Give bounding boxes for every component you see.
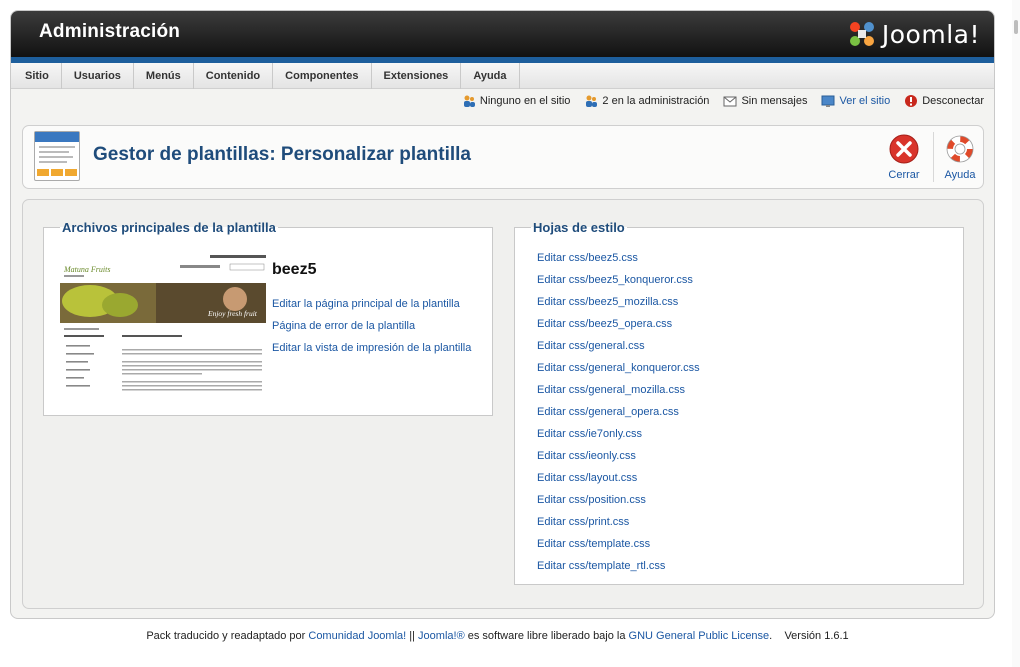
css-link[interactable]: Editar css/position.css <box>537 494 646 506</box>
footer-prefix: Pack traducido y readaptado por <box>146 630 309 642</box>
edit-print-view-link[interactable]: Editar la vista de impresión de la plant… <box>272 342 471 354</box>
visitors-status-text: Ninguno en el sitio <box>479 95 571 107</box>
edit-main-page-link[interactable]: Editar la página principal de la plantil… <box>272 298 460 310</box>
admins-status-text: 2 en la administración <box>602 95 710 107</box>
css-link[interactable]: Editar css/beez5_konqueror.css <box>537 274 693 286</box>
top-bar: Administración Joomla! <box>11 11 994 63</box>
logout-link[interactable]: Desconectar <box>904 94 984 108</box>
menu-usuarios[interactable]: Usuarios <box>62 63 134 89</box>
menu-contenido[interactable]: Contenido <box>194 63 274 89</box>
toolbar-panel: Gestor de plantillas: Personalizar plant… <box>22 125 984 189</box>
license-link[interactable]: GNU General Public License <box>629 630 770 642</box>
footer-separator: || <box>406 630 419 642</box>
joomla-logo: Joomla! <box>846 17 980 51</box>
admin-window: Administración Joomla! Sitio Usuarios Me… <box>10 10 995 619</box>
joomla-logo-text: Joomla! <box>881 19 980 49</box>
messages-status[interactable]: Sin mensajes <box>723 94 807 108</box>
menu-ayuda[interactable]: Ayuda <box>461 63 520 89</box>
content-panel: Archivos principales de la plantilla Mat… <box>22 199 984 609</box>
help-button-label: Ayuda <box>944 169 976 181</box>
main-template-files: Archivos principales de la plantilla Mat… <box>43 220 493 416</box>
logout-text: Desconectar <box>922 95 984 107</box>
css-link[interactable]: Editar css/beez5_mozilla.css <box>537 296 678 308</box>
users-icon <box>586 95 598 107</box>
css-link[interactable]: Editar css/print.css <box>537 516 629 528</box>
preview-banner-text: Enjoy fresh fruit <box>207 309 258 318</box>
joomla-link[interactable]: Joomla!® <box>418 630 465 642</box>
monitor-icon <box>821 95 835 107</box>
css-link[interactable]: Editar css/template_rtl.css <box>537 560 665 572</box>
page-scrollbar[interactable] <box>1012 0 1020 667</box>
stylesheets-box: Hojas de estilo Editar css/beez5.css Edi… <box>514 220 964 585</box>
menu-extensiones[interactable]: Extensiones <box>372 63 462 89</box>
messages-status-text: Sin mensajes <box>741 95 808 107</box>
main-menu: Sitio Usuarios Menús Contenido Component… <box>13 63 994 89</box>
css-link[interactable]: Editar css/ieonly.css <box>537 450 636 462</box>
css-link[interactable]: Editar css/general.css <box>537 340 645 352</box>
css-link[interactable]: Editar css/ie7only.css <box>537 428 642 440</box>
css-link[interactable]: Editar css/beez5.css <box>537 252 638 264</box>
community-link[interactable]: Comunidad Joomla! <box>308 630 406 642</box>
admins-status: 2 en la administración <box>584 94 709 108</box>
toolbar-divider <box>933 132 934 182</box>
template-preview-thumbnail[interactable]: Matuna Fruits Enjoy fresh fruit <box>60 253 266 403</box>
main-menu-bar: Sitio Usuarios Menús Contenido Component… <box>11 63 994 89</box>
view-site-text: Ver el sitio <box>839 95 891 107</box>
template-name: beez5 <box>272 261 317 278</box>
help-button[interactable]: Ayuda <box>937 134 983 181</box>
css-link[interactable]: Editar css/general_mozilla.css <box>537 384 685 396</box>
menu-menus[interactable]: Menús <box>134 63 194 89</box>
view-site-link[interactable]: Ver el sitio <box>821 94 890 108</box>
page-title: Gestor de plantillas: Personalizar plant… <box>93 144 471 165</box>
error-page-link[interactable]: Página de error de la plantilla <box>272 320 415 332</box>
lifebuoy-icon <box>946 135 974 163</box>
visitors-status: Ninguno en el sitio <box>462 94 571 108</box>
close-button[interactable]: Cerrar <box>881 134 927 181</box>
css-link[interactable]: Editar css/template.css <box>537 538 650 550</box>
joomla-logo-icon <box>849 22 874 46</box>
envelope-icon <box>723 96 737 107</box>
css-link[interactable]: Editar css/general_konqueror.css <box>537 362 700 374</box>
footer-middle: es software libre liberado bajo la <box>464 630 629 642</box>
status-bar: Ninguno en el sitio 2 en la administraci… <box>462 92 984 110</box>
css-link[interactable]: Editar css/layout.css <box>537 472 637 484</box>
users-icon <box>463 95 475 107</box>
css-link[interactable]: Editar css/general_opera.css <box>537 406 679 418</box>
main-files-legend: Archivos principales de la plantilla <box>62 220 276 235</box>
preview-site-name: Matuna Fruits <box>63 265 110 274</box>
css-link[interactable]: Editar css/beez5_opera.css <box>537 318 672 330</box>
scrollbar-thumb[interactable] <box>1014 20 1018 34</box>
menu-componentes[interactable]: Componentes <box>273 63 372 89</box>
close-button-label: Cerrar <box>888 169 920 181</box>
footer-version: . Versión 1.6.1 <box>769 630 849 642</box>
app-title: Administración <box>39 21 181 42</box>
stylesheets-legend: Hojas de estilo <box>533 220 625 235</box>
menu-sitio[interactable]: Sitio <box>13 63 62 89</box>
template-manager-icon <box>34 131 80 181</box>
footer: Pack traducido y readaptado por Comunida… <box>0 630 995 642</box>
logout-icon <box>905 95 918 107</box>
close-icon <box>889 134 919 164</box>
